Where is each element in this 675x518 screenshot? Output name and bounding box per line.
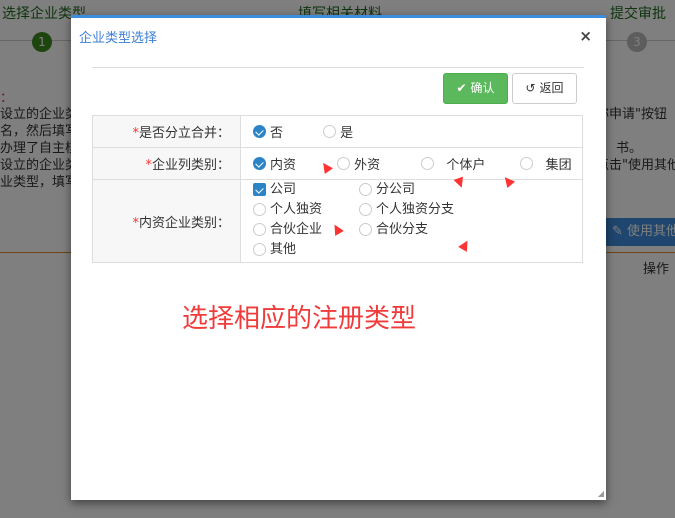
radio-yes[interactable]: 是 (323, 122, 353, 141)
radio-icon (253, 223, 266, 236)
confirm-label: 确认 (470, 81, 495, 95)
close-icon[interactable]: × (579, 27, 592, 45)
radio-group[interactable]: 集团 (520, 154, 572, 173)
radio-sole-branch[interactable]: 个人独资分支 (359, 201, 454, 218)
check-icon: ✔ (456, 81, 467, 95)
radio-icon (359, 183, 372, 196)
radio-icon (421, 156, 435, 170)
divider (92, 67, 584, 68)
form-row-domestic-type: *内资企业类别： 公司 分公司 个人独资 个人独资分支 合伙企业 合伙分支 其他 (92, 179, 583, 263)
radio-foreign[interactable]: 外资 (337, 154, 417, 173)
type-form: *是否分立合并： 否 是 *企业列类别： 内资 外资 个体户 集团 *内资企业类… (92, 115, 583, 263)
radio-other[interactable]: 其他 (253, 241, 296, 258)
radio-icon (359, 223, 372, 236)
field-label: *企业列类别： (92, 147, 241, 180)
radio-icon (253, 243, 266, 256)
radio-company[interactable]: 公司 (253, 181, 359, 198)
back-label: 返回 (539, 81, 564, 95)
radio-sole-proprietor[interactable]: 个人独资 (253, 201, 359, 218)
radio-checked-icon (253, 156, 266, 170)
confirm-button[interactable]: ✔ 确认 (443, 73, 508, 104)
undo-icon: ↺ (525, 81, 536, 95)
form-row-split-merge: *是否分立合并： 否 是 (92, 115, 583, 148)
radio-icon (520, 156, 534, 170)
hint-text: 选择相应的注册类型 (182, 304, 417, 334)
back-button[interactable]: ↺ 返回 (512, 73, 577, 104)
resize-handle-icon[interactable]: ◢ (598, 489, 604, 498)
radio-partnership-branch[interactable]: 合伙分支 (359, 221, 428, 238)
radio-icon (337, 156, 351, 170)
radio-branch[interactable]: 分公司 (359, 181, 415, 198)
radio-individual[interactable]: 个体户 (421, 154, 516, 173)
modal-title: 企业类型选择 (79, 31, 158, 46)
radio-icon (359, 203, 372, 216)
field-label: *是否分立合并： (92, 115, 241, 148)
radio-icon (253, 203, 266, 216)
radio-no[interactable]: 否 (253, 122, 319, 141)
radio-checked-icon (253, 124, 266, 138)
radio-icon (323, 124, 337, 138)
field-label: *内资企业类别： (92, 179, 241, 263)
radio-checked-icon (253, 183, 266, 196)
enterprise-type-modal: 企业类型选择 × ✔ 确认 ↺ 返回 *是否分立合并： 否 是 *企业列类别： … (71, 15, 606, 500)
